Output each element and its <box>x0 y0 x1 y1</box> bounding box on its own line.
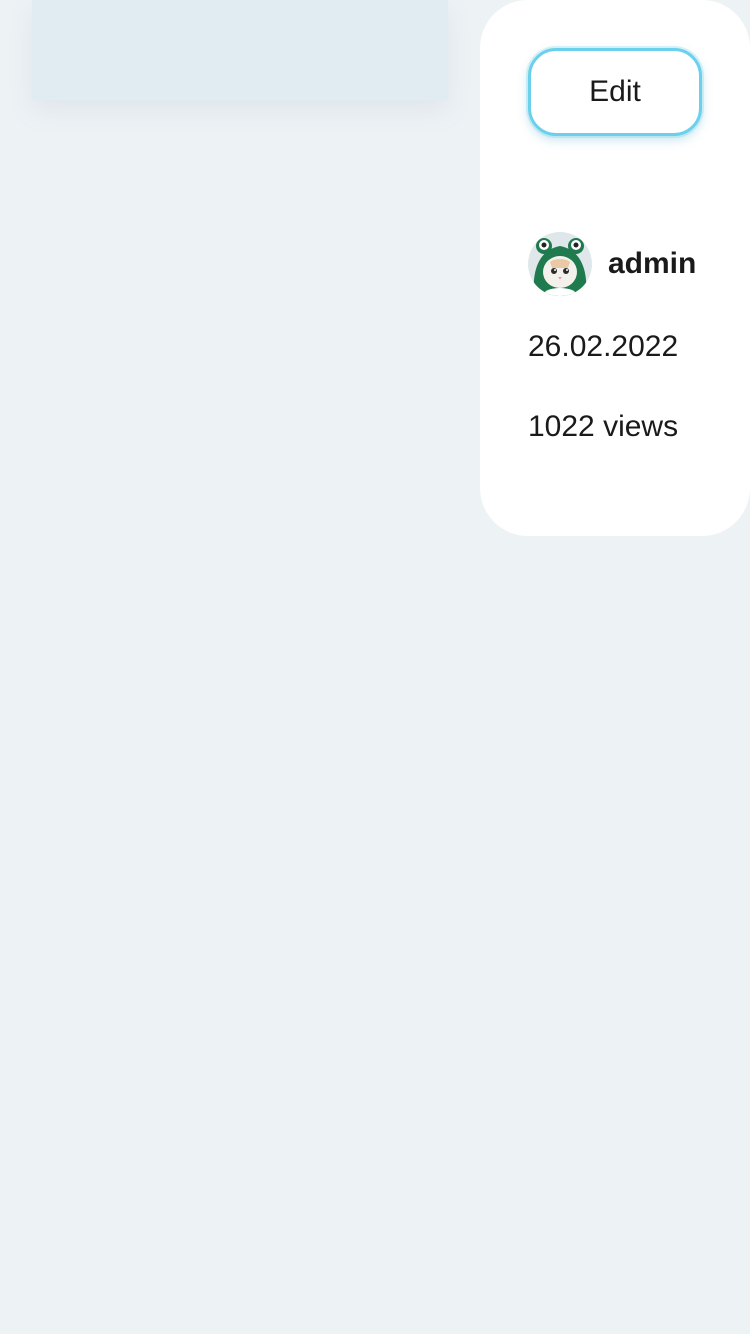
edit-button[interactable]: Edit <box>528 48 702 136</box>
author-row[interactable]: admin <box>528 232 696 296</box>
post-content-card <box>32 0 448 100</box>
author-name[interactable]: admin <box>608 247 696 281</box>
avatar[interactable] <box>528 232 592 296</box>
post-date: 26.02.2022 <box>528 330 679 363</box>
post-info-panel: Edit admin 26.02.2022 1022 views <box>480 0 750 536</box>
view-count: 1022 views <box>528 410 679 443</box>
cat-in-frog-hood-avatar-icon <box>528 232 592 296</box>
